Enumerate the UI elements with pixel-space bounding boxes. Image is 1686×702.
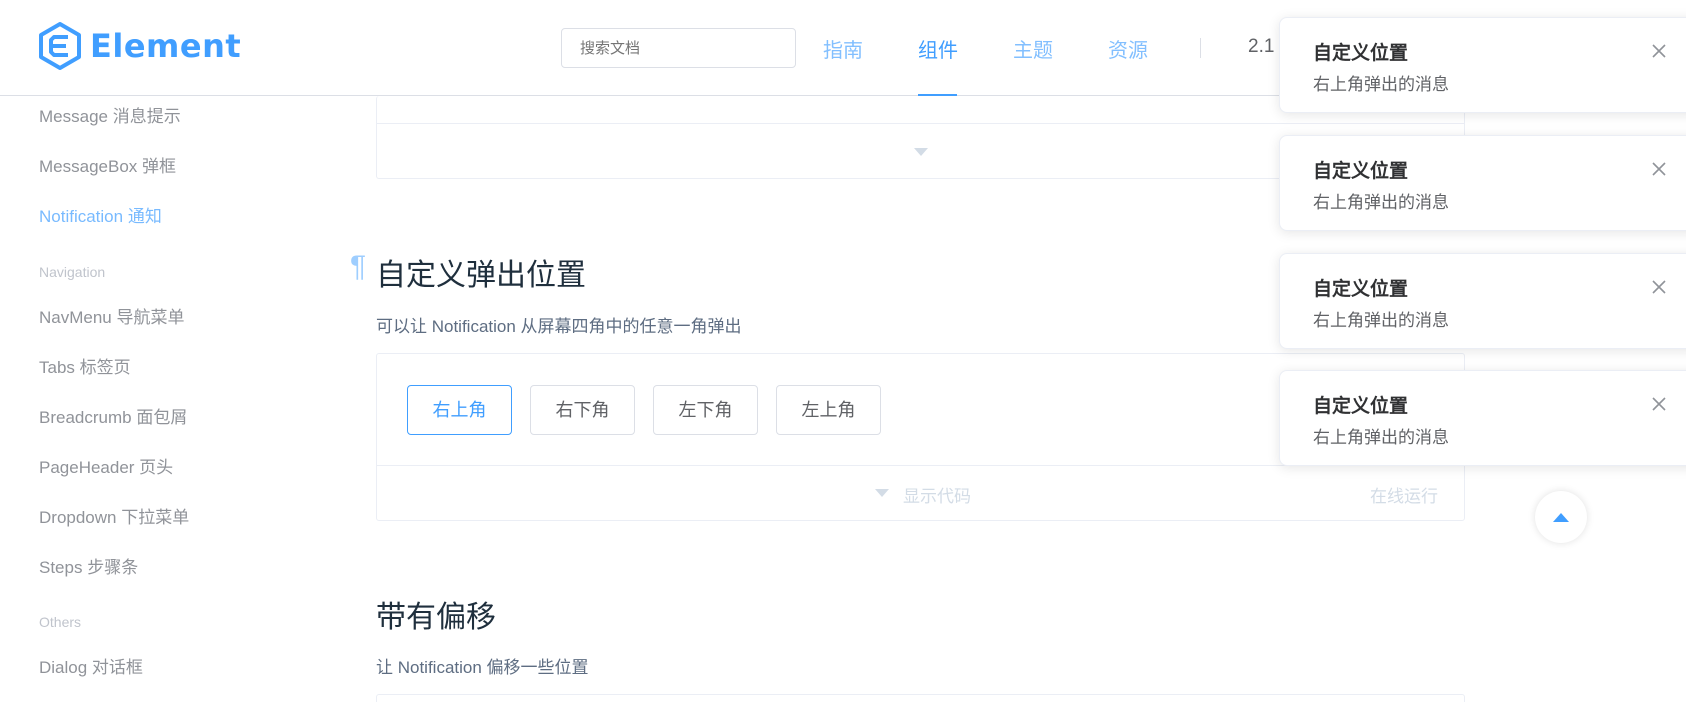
- logo-text: Element: [90, 27, 242, 65]
- close-icon[interactable]: [1650, 395, 1668, 413]
- notification-title: 自定义位置: [1313, 396, 1409, 417]
- sidebar-item-steps[interactable]: Steps 步骤条: [39, 553, 138, 578]
- back-to-top-button[interactable]: [1535, 491, 1587, 543]
- section-desc-offset: 让 Notification 偏移一些位置: [376, 658, 589, 677]
- search-input[interactable]: [561, 28, 796, 68]
- nav-theme[interactable]: 主题: [1013, 34, 1053, 63]
- nav-divider: [1200, 38, 1201, 58]
- nav-component[interactable]: 组件: [918, 34, 958, 63]
- sidebar-item-tabs[interactable]: Tabs 标签页: [39, 353, 131, 378]
- nav-resource[interactable]: 资源: [1108, 34, 1148, 63]
- bottom-left-button[interactable]: 左下角: [653, 385, 758, 435]
- section-title-custom-position: 自定义弹出位置: [376, 259, 586, 292]
- close-icon[interactable]: [1650, 42, 1668, 60]
- close-icon[interactable]: [1650, 160, 1668, 178]
- top-left-button[interactable]: 左上角: [776, 385, 881, 435]
- sidebar-group-others: Others: [39, 614, 82, 630]
- notification: 自定义位置 右上角弹出的消息: [1279, 253, 1686, 349]
- sidebar-item-breadcrumb[interactable]: Breadcrumb 面包屑: [39, 403, 187, 428]
- caret-down-icon: [914, 148, 928, 156]
- logo[interactable]: Element: [38, 22, 241, 70]
- top-right-button[interactable]: 右上角: [407, 385, 512, 435]
- heading-anchor-icon[interactable]: ¶: [350, 250, 366, 284]
- nav-guide[interactable]: 指南: [823, 34, 863, 63]
- notification-message: 右上角弹出的消息: [1313, 311, 1449, 330]
- notification-title: 自定义位置: [1313, 161, 1409, 182]
- sidebar-item-messagebox[interactable]: MessageBox 弹框: [39, 152, 176, 177]
- notification-message: 右上角弹出的消息: [1313, 193, 1449, 212]
- close-icon[interactable]: [1650, 278, 1668, 296]
- sidebar-item-pageheader[interactable]: PageHeader 页头: [39, 453, 173, 478]
- notification: 自定义位置 右上角弹出的消息: [1279, 135, 1686, 231]
- notification: 自定义位置 右上角弹出的消息: [1279, 17, 1686, 113]
- notification-title: 自定义位置: [1313, 43, 1409, 64]
- sidebar-item-dialog[interactable]: Dialog 对话框: [39, 653, 143, 678]
- bottom-right-button[interactable]: 右下角: [530, 385, 635, 435]
- sidebar-item-notification[interactable]: Notification 通知: [39, 202, 162, 227]
- element-logo-icon: [39, 22, 81, 70]
- notification-title: 自定义位置: [1313, 279, 1409, 300]
- show-code-button[interactable]: 显示代码: [903, 482, 971, 507]
- sidebar-item-navmenu[interactable]: NavMenu 导航菜单: [39, 303, 184, 328]
- section-desc-custom-position: 可以让 Notification 从屏幕四角中的任意一角弹出: [376, 317, 742, 336]
- version-selector[interactable]: 2.1: [1248, 36, 1274, 58]
- notification-message: 右上角弹出的消息: [1313, 428, 1449, 447]
- notification: 自定义位置 右上角弹出的消息: [1279, 370, 1686, 466]
- sidebar-item-dropdown[interactable]: Dropdown 下拉菜单: [39, 503, 189, 528]
- demo-block-offset: [376, 694, 1465, 702]
- sidebar-group-navigation: Navigation: [39, 264, 106, 280]
- caret-down-icon: [875, 489, 889, 497]
- sidebar-item-message[interactable]: Message 消息提示: [39, 102, 181, 127]
- run-online-button[interactable]: 在线运行: [1370, 482, 1438, 507]
- caret-up-icon: [1553, 512, 1569, 522]
- section-title-offset: 带有偏移: [376, 601, 496, 634]
- notification-message: 右上角弹出的消息: [1313, 75, 1449, 94]
